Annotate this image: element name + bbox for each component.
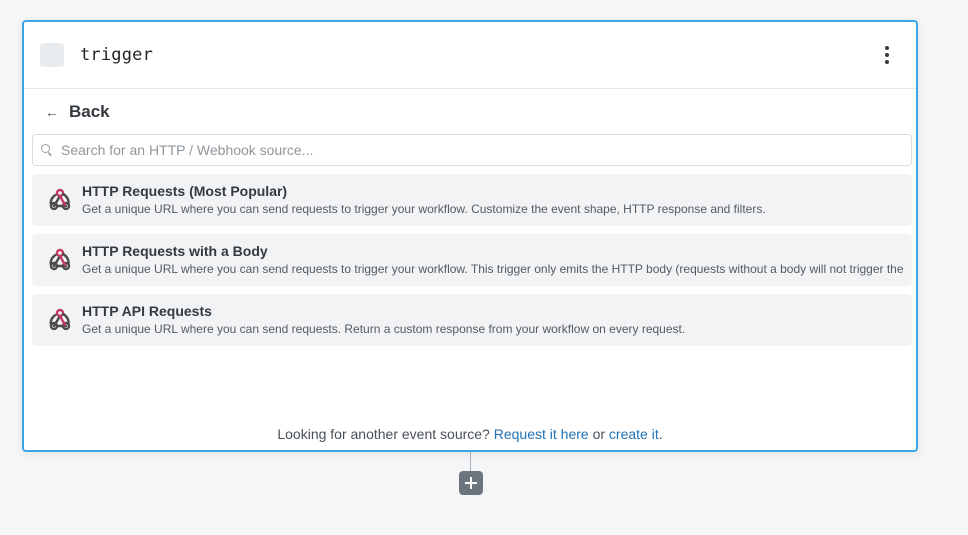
add-step-button[interactable] xyxy=(459,471,483,495)
step-app-icon xyxy=(40,43,64,67)
webhook-icon xyxy=(46,306,74,334)
source-list: HTTP Requests (Most Popular) Get a uniqu… xyxy=(32,174,912,354)
source-title: HTTP Requests (Most Popular) xyxy=(82,183,288,199)
source-item-http-api-requests[interactable]: HTTP API Requests Get a unique URL where… xyxy=(32,294,912,346)
webhook-icon xyxy=(46,246,74,274)
source-item-http-requests[interactable]: HTTP Requests (Most Popular) Get a uniqu… xyxy=(32,174,912,226)
source-description: Get a unique URL where you can send requ… xyxy=(82,202,766,216)
footer-help-text: Looking for another event source? Reques… xyxy=(24,426,916,442)
footer-middle: or xyxy=(588,426,609,442)
webhook-icon xyxy=(46,186,74,214)
step-name[interactable]: trigger xyxy=(80,45,153,65)
step-header: trigger xyxy=(24,22,916,89)
source-description: Get a unique URL where you can send requ… xyxy=(82,262,904,276)
request-source-link[interactable]: Request it here xyxy=(494,426,589,442)
source-search xyxy=(32,134,912,166)
back-button[interactable]: ← Back xyxy=(45,102,110,122)
create-source-link[interactable]: create it xyxy=(609,426,659,442)
footer-prefix: Looking for another event source? xyxy=(277,426,494,442)
source-item-http-requests-body[interactable]: HTTP Requests with a Body Get a unique U… xyxy=(32,234,912,286)
trigger-step-card: trigger ← Back HTTP Requests (Most Popul… xyxy=(22,20,918,452)
footer-suffix: . xyxy=(658,426,663,442)
arrow-left-icon: ← xyxy=(45,104,59,120)
source-title: HTTP Requests with a Body xyxy=(82,243,268,259)
source-description: Get a unique URL where you can send requ… xyxy=(82,322,686,336)
more-options-icon[interactable] xyxy=(884,46,890,64)
source-title: HTTP API Requests xyxy=(82,303,212,319)
search-input[interactable] xyxy=(59,141,903,159)
search-icon xyxy=(41,144,53,156)
step-connector xyxy=(470,452,471,472)
back-label: Back xyxy=(69,102,110,121)
